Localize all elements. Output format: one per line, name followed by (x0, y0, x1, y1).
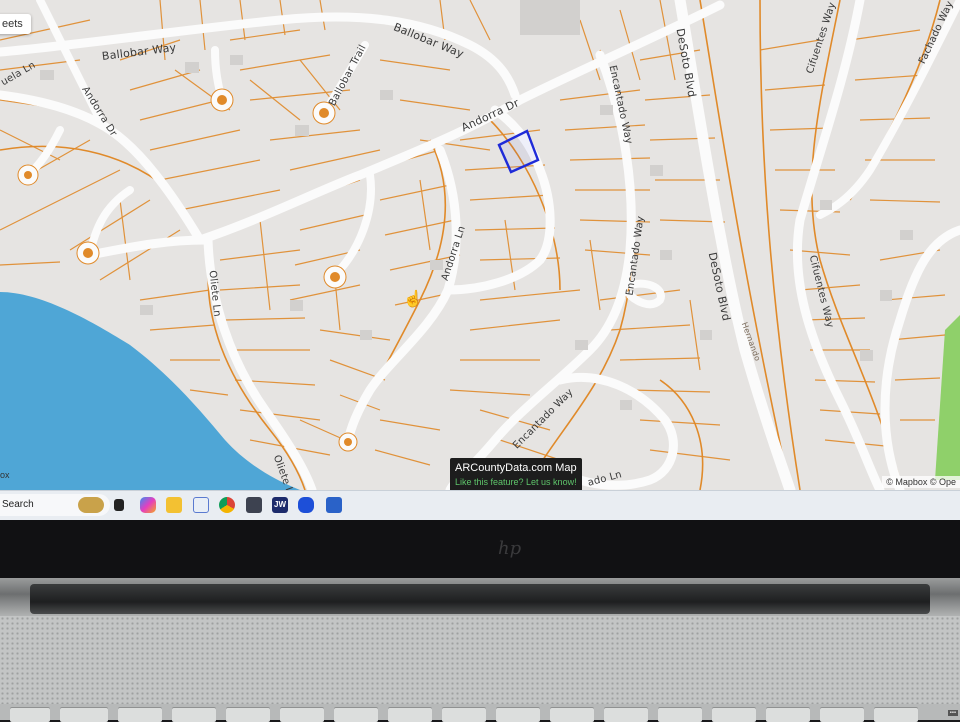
chrome-icon[interactable] (219, 497, 235, 513)
search-label: Search (2, 499, 34, 510)
watermark-tag: ▪▪▪ (947, 710, 958, 716)
copilot-icon[interactable] (140, 497, 156, 513)
monitor-screen: eets Ballobar Way Ballobar Way Ballobar … (0, 0, 960, 520)
taskbar: Search JW (0, 490, 960, 520)
mapbox-logo[interactable]: ox (0, 470, 10, 480)
photos-icon[interactable] (246, 497, 262, 513)
hand-cursor-icon: ☝ (403, 291, 423, 308)
weather-icon[interactable] (78, 497, 104, 513)
snipping-tool-icon[interactable] (193, 497, 209, 513)
hp-logo: hp (498, 538, 522, 559)
jw-icon[interactable]: JW (272, 497, 288, 513)
malwarebytes-icon[interactable] (298, 497, 314, 513)
parcel-map[interactable] (0, 0, 960, 490)
desktop-icon[interactable] (114, 499, 124, 511)
app-icon[interactable] (326, 497, 342, 513)
map-feedback-tooltip: ARCountyData.com Map Like this feature? … (450, 458, 582, 493)
hinge-bar (30, 584, 930, 614)
map-attribution[interactable]: © Mapbox © Ope (882, 476, 960, 488)
feedback-link[interactable]: Like this feature? Let us know! (455, 475, 577, 489)
tooltip-title: ARCountyData.com Map (455, 462, 577, 474)
layer-toggle-button[interactable]: eets (0, 14, 31, 34)
file-explorer-icon[interactable] (166, 497, 182, 513)
